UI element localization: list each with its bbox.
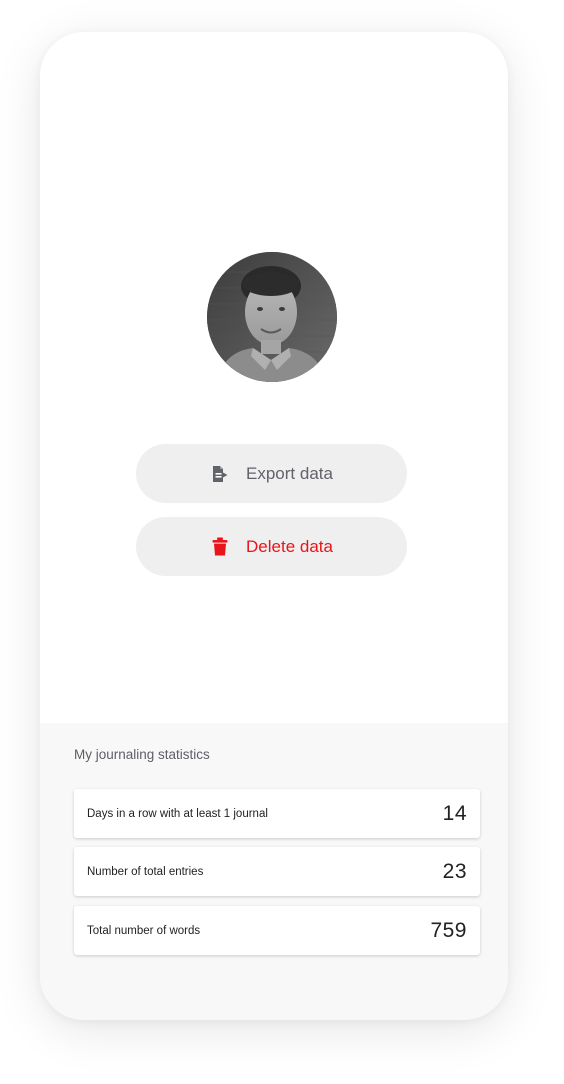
stat-label: Number of total entries bbox=[87, 865, 204, 878]
statistics-title: My journaling statistics bbox=[74, 747, 210, 762]
delete-data-label: Delete data bbox=[246, 536, 333, 556]
journaling-statistics-section: My journaling statistics Days in a row w… bbox=[40, 723, 508, 1020]
export-data-label: Export data bbox=[246, 463, 333, 483]
avatar[interactable] bbox=[207, 252, 337, 382]
stat-value: 14 bbox=[442, 801, 467, 825]
export-file-icon bbox=[210, 464, 230, 484]
avatar-photo bbox=[207, 252, 337, 382]
stat-card-words: Total number of words 759 bbox=[74, 906, 480, 955]
stat-value: 23 bbox=[442, 859, 467, 883]
stat-card-entries: Number of total entries 23 bbox=[74, 847, 480, 896]
stat-label: Days in a row with at least 1 journal bbox=[87, 807, 268, 820]
trash-icon bbox=[210, 537, 230, 557]
export-data-button[interactable]: Export data bbox=[136, 444, 407, 503]
stat-label: Total number of words bbox=[87, 924, 201, 937]
phone-frame: Export data Delete data My journaling st… bbox=[40, 32, 508, 1020]
stat-card-streak: Days in a row with at least 1 journal 14 bbox=[74, 789, 480, 838]
stat-value: 759 bbox=[430, 918, 467, 942]
delete-data-button[interactable]: Delete data bbox=[136, 517, 407, 576]
